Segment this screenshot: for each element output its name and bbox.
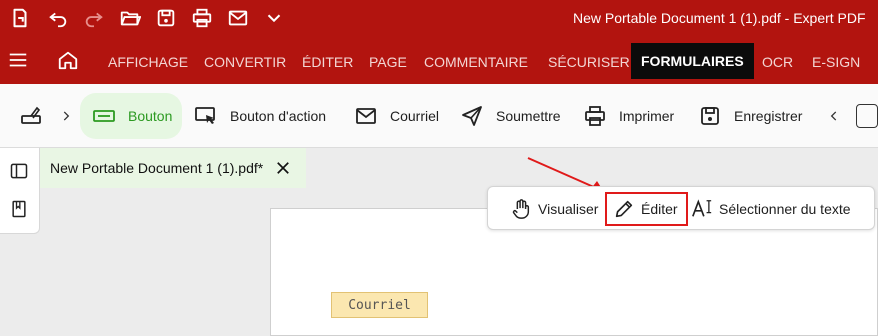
menu-formulaires[interactable]: FORMULAIRES bbox=[631, 43, 754, 79]
close-icon[interactable] bbox=[272, 157, 294, 179]
redo-icon[interactable] bbox=[82, 6, 106, 30]
ribbon-imprimer-label: Imprimer bbox=[619, 108, 675, 124]
overflow-icon[interactable] bbox=[856, 104, 878, 128]
menu-esign[interactable]: E-SIGN bbox=[812, 36, 860, 84]
save-icon bbox=[701, 107, 719, 125]
menu-commentaire[interactable]: COMMENTAIRE bbox=[424, 36, 528, 84]
pencil-icon bbox=[615, 200, 633, 218]
title-bar: New Portable Document 1 (1).pdf - Expert… bbox=[0, 0, 878, 36]
select-text-label: Sélectionner du texte bbox=[719, 201, 851, 217]
menu-affichage[interactable]: AFFICHAGE bbox=[108, 36, 188, 84]
home-icon[interactable] bbox=[56, 48, 80, 72]
printer-icon bbox=[585, 106, 605, 126]
ribbon-courriel-label: Courriel bbox=[390, 108, 440, 124]
ribbon-action-label: Bouton d'action bbox=[230, 108, 327, 124]
window-title: New Portable Document 1 (1).pdf - Expert… bbox=[573, 10, 866, 26]
mode-toolbar: Visualiser Éditer Sélectionner du texte bbox=[487, 186, 875, 230]
mail-icon bbox=[356, 108, 376, 124]
form-edit-icon[interactable] bbox=[18, 106, 44, 126]
app-logo-icon[interactable] bbox=[8, 6, 32, 30]
left-side-panel bbox=[0, 148, 40, 234]
bookmark-icon[interactable] bbox=[8, 198, 30, 220]
menu-editer[interactable]: ÉDITER bbox=[302, 36, 353, 84]
printer-icon[interactable] bbox=[190, 6, 214, 30]
editer-button[interactable]: Éditer bbox=[605, 192, 688, 226]
menu-bar: AFFICHAGE CONVERTIR ÉDITER PAGE COMMENTA… bbox=[0, 36, 878, 84]
ribbon-imprimer-button[interactable]: Imprimer bbox=[583, 93, 674, 139]
ribbon-soumettre-label: Soumettre bbox=[496, 108, 561, 124]
send-icon bbox=[462, 106, 482, 126]
ribbon-enregistrer-label: Enregistrer bbox=[734, 108, 803, 124]
chevron-left-icon[interactable] bbox=[824, 106, 844, 126]
ribbon-enregistrer-button[interactable]: Enregistrer bbox=[698, 93, 802, 139]
ribbon-courriel-button[interactable]: Courriel bbox=[354, 93, 439, 139]
menu-page[interactable]: PAGE bbox=[369, 36, 407, 84]
ribbon-bouton-button[interactable]: Bouton bbox=[80, 93, 183, 139]
ribbon-action-button[interactable]: Bouton d'action bbox=[194, 93, 326, 139]
menu-convertir[interactable]: CONVERTIR bbox=[204, 36, 286, 84]
ribbon-bouton-label: Bouton bbox=[128, 108, 173, 124]
panel-toggle-icon[interactable] bbox=[8, 160, 30, 182]
action-button-icon bbox=[195, 107, 215, 124]
open-folder-icon[interactable] bbox=[118, 6, 142, 30]
button-field-icon bbox=[93, 110, 115, 122]
hand-icon bbox=[512, 199, 530, 219]
menu-ocr[interactable]: OCR bbox=[762, 36, 793, 84]
save-icon[interactable] bbox=[154, 6, 178, 30]
menu-securiser[interactable]: SÉCURISER bbox=[548, 36, 630, 84]
visualiser-button[interactable]: Visualiser bbox=[510, 193, 598, 225]
chevron-down-icon[interactable] bbox=[262, 6, 286, 30]
document-tab-label: New Portable Document 1 (1).pdf* bbox=[50, 160, 264, 176]
ribbon-soumettre-button[interactable]: Soumettre bbox=[460, 93, 561, 139]
ribbon-toolbar: Bouton Bouton d'action Courriel Soumettr… bbox=[0, 84, 878, 148]
visualiser-label: Visualiser bbox=[538, 201, 599, 217]
undo-icon[interactable] bbox=[46, 6, 70, 30]
editer-label: Éditer bbox=[641, 201, 678, 217]
chevron-right-icon[interactable] bbox=[56, 106, 76, 126]
select-text-icon bbox=[692, 199, 712, 217]
courriel-form-field[interactable]: Courriel bbox=[331, 292, 428, 318]
document-tab[interactable]: New Portable Document 1 (1).pdf* bbox=[40, 148, 306, 188]
mail-icon[interactable] bbox=[226, 6, 250, 30]
select-text-button[interactable]: Sélectionner du texte bbox=[691, 193, 851, 225]
hamburger-menu-icon[interactable] bbox=[6, 48, 30, 72]
